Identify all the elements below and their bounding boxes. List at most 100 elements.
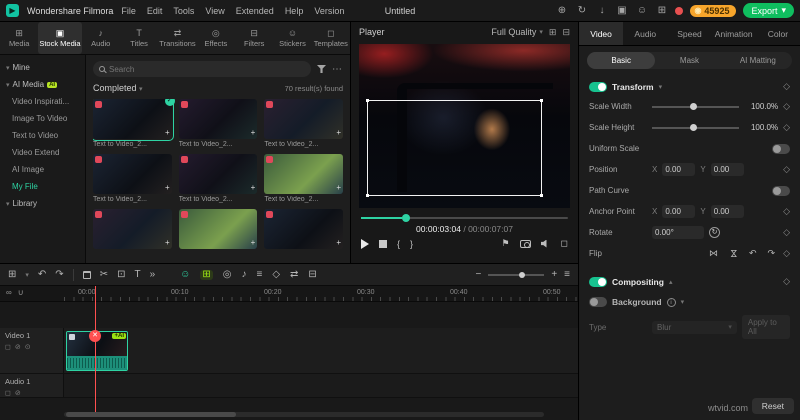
scale-height-slider[interactable] <box>652 124 740 132</box>
tab-titles[interactable]: T Titles <box>120 22 158 54</box>
item-thumbnail[interactable]: + <box>264 209 343 249</box>
view-layout-icon[interactable]: ⊞ <box>549 27 557 38</box>
mute-icon[interactable]: ⊘ <box>15 343 21 351</box>
keyframe-diamond-icon[interactable]: ◇ <box>783 122 790 133</box>
stock-media-item[interactable]: ✓ + Text to Video_2... <box>93 99 175 148</box>
search-box[interactable] <box>93 61 311 77</box>
split-icon[interactable]: ✂ <box>100 269 108 280</box>
tab-stickers[interactable]: ☺ Stickers <box>273 22 311 54</box>
snap-icon[interactable]: ∪ <box>18 288 24 297</box>
item-thumbnail[interactable]: + <box>178 154 258 194</box>
chevron-down-icon[interactable]: ▾ <box>659 83 663 91</box>
subtab-ai-matting[interactable]: AI Matting <box>724 52 792 69</box>
flip-vertical-icon[interactable]: ⋈ <box>728 246 739 261</box>
add-to-timeline-icon[interactable]: + <box>336 129 341 137</box>
uniform-scale-toggle[interactable] <box>772 143 790 154</box>
search-input[interactable] <box>109 64 305 74</box>
pip-view-icon[interactable]: ⊟ <box>562 27 570 38</box>
path-curve-toggle[interactable] <box>772 185 790 196</box>
mask-tool-icon[interactable]: ◎ <box>223 269 232 280</box>
mark-in-icon[interactable]: { <box>397 239 400 249</box>
stock-media-item[interactable]: + Text to Video_2... <box>264 154 343 203</box>
plugin-icon[interactable]: ⊕ <box>555 5 568 16</box>
zoom-out-icon[interactable]: − <box>475 269 481 280</box>
preview-viewport[interactable] <box>359 44 570 208</box>
scale-height-value[interactable]: 100.0% <box>744 123 778 132</box>
apply-to-all-button[interactable]: Apply to All <box>741 315 790 339</box>
history-icon[interactable]: ↻ <box>575 5 588 16</box>
tab-transitions[interactable]: ⇄ Transitions <box>158 22 196 54</box>
keyframe-diamond-icon[interactable]: ◇ <box>783 248 790 259</box>
item-thumbnail[interactable]: + <box>93 99 174 141</box>
stock-media-item[interactable]: + Text to Video_2... <box>178 154 258 203</box>
item-thumbnail[interactable]: + <box>178 209 258 249</box>
sidebar-item-mine[interactable]: ▾ Mine <box>0 59 85 76</box>
sidebar-item-ai-media[interactable]: ▾ AI Media AI <box>0 76 85 93</box>
quality-dropdown[interactable]: Full Quality ▾ <box>491 27 543 37</box>
position-x-field[interactable] <box>662 163 696 176</box>
sidebar-item-ai-image[interactable]: AI Image <box>0 161 85 178</box>
speaker-icon[interactable] <box>540 239 547 248</box>
stock-media-item[interactable]: + Text to Video_2... <box>93 209 172 249</box>
subtab-basic[interactable]: Basic <box>587 52 656 69</box>
zoom-in-icon[interactable]: + <box>551 269 557 280</box>
link-clips-icon[interactable]: ∞ <box>6 288 12 297</box>
tab-stock-media[interactable]: ▣ Stock Media <box>38 22 82 54</box>
rotate-right-icon[interactable]: ↷ <box>765 248 779 259</box>
rotate-left-icon[interactable]: ↶ <box>746 248 760 259</box>
voiceover-icon[interactable]: ♪ <box>241 269 246 280</box>
track-manager-icon[interactable]: ⊞ <box>8 269 16 280</box>
download-icon[interactable]: ↓ <box>595 5 608 16</box>
record-indicator-icon[interactable] <box>675 6 684 15</box>
item-thumbnail[interactable]: + <box>93 209 172 249</box>
tab-filters[interactable]: ⊟ Filters <box>235 22 273 54</box>
status-filter-dropdown[interactable]: Completed ▾ <box>93 83 143 93</box>
anchor-y-field[interactable] <box>710 205 744 218</box>
undo-icon[interactable]: ↶ <box>38 269 46 280</box>
eye-icon[interactable]: ⊙ <box>25 343 31 351</box>
timeline-ruler[interactable]: ∞ ∪ 00:00 00:10 00:20 00:30 00:40 00:50 <box>0 286 578 302</box>
transform-toggle[interactable] <box>589 81 607 92</box>
pip-tool-icon[interactable]: ⊟ <box>308 269 316 280</box>
export-button[interactable]: Export ▾ <box>743 3 794 18</box>
filter-icon[interactable] <box>317 65 326 73</box>
crop-icon[interactable]: ⊡ <box>117 269 125 280</box>
item-thumbnail[interactable]: + <box>264 154 343 194</box>
export-caret-icon[interactable]: ▾ <box>781 5 786 16</box>
scrub-bar[interactable] <box>361 214 568 222</box>
keyframe-diamond-icon[interactable]: ◇ <box>783 227 790 238</box>
render-preview-icon[interactable]: ⚑ <box>501 238 509 249</box>
scale-width-slider[interactable] <box>652 103 740 111</box>
add-to-timeline-icon[interactable]: + <box>251 239 256 247</box>
stock-media-item[interactable]: + Text to Video_2... <box>178 99 258 148</box>
rotate-dial-icon[interactable]: ↻ <box>709 227 720 238</box>
item-thumbnail[interactable]: + <box>178 99 258 139</box>
more-tools-icon[interactable]: » <box>150 269 156 280</box>
timeline-zoom-slider[interactable] <box>488 271 545 279</box>
background-toggle[interactable] <box>589 297 607 307</box>
add-to-timeline-icon[interactable]: + <box>251 129 256 137</box>
scrollbar-thumb[interactable] <box>66 412 236 417</box>
sidebar-item-my-file[interactable]: My File <box>0 178 85 195</box>
transition-tool-icon[interactable]: ⇄ <box>290 269 298 280</box>
tab-audio-props[interactable]: Audio <box>623 22 667 45</box>
fullscreen-icon[interactable]: ◻ <box>561 238 568 249</box>
stock-media-item[interactable]: + Text to Video_2... <box>178 209 258 249</box>
snapshot-icon[interactable] <box>519 239 531 248</box>
delete-icon[interactable] <box>82 270 91 279</box>
keyframe-tool-icon[interactable]: ◇ <box>272 269 280 280</box>
item-thumbnail[interactable]: + <box>93 154 172 194</box>
transform-bounding-box[interactable] <box>366 99 543 197</box>
tab-audio[interactable]: ♪ Audio <box>82 22 120 54</box>
play-button[interactable] <box>361 238 369 249</box>
workspace-icon[interactable]: ⊞ <box>655 5 668 16</box>
rotate-field[interactable] <box>652 226 704 239</box>
tab-templates[interactable]: ◻ Templates <box>312 22 350 54</box>
chevron-down-icon[interactable]: ▾ <box>681 298 685 306</box>
add-to-timeline-icon[interactable]: + <box>165 239 170 247</box>
more-options-icon[interactable]: ⋯ <box>332 64 343 75</box>
chroma-key-icon[interactable]: ⊞ <box>200 269 213 280</box>
stock-media-item[interactable]: + Text to Video_2... <box>264 99 343 148</box>
audio-track[interactable]: Audio 1 ◻ ⊘ <box>0 374 578 398</box>
keyframe-diamond-icon[interactable]: ◇ <box>783 276 790 287</box>
